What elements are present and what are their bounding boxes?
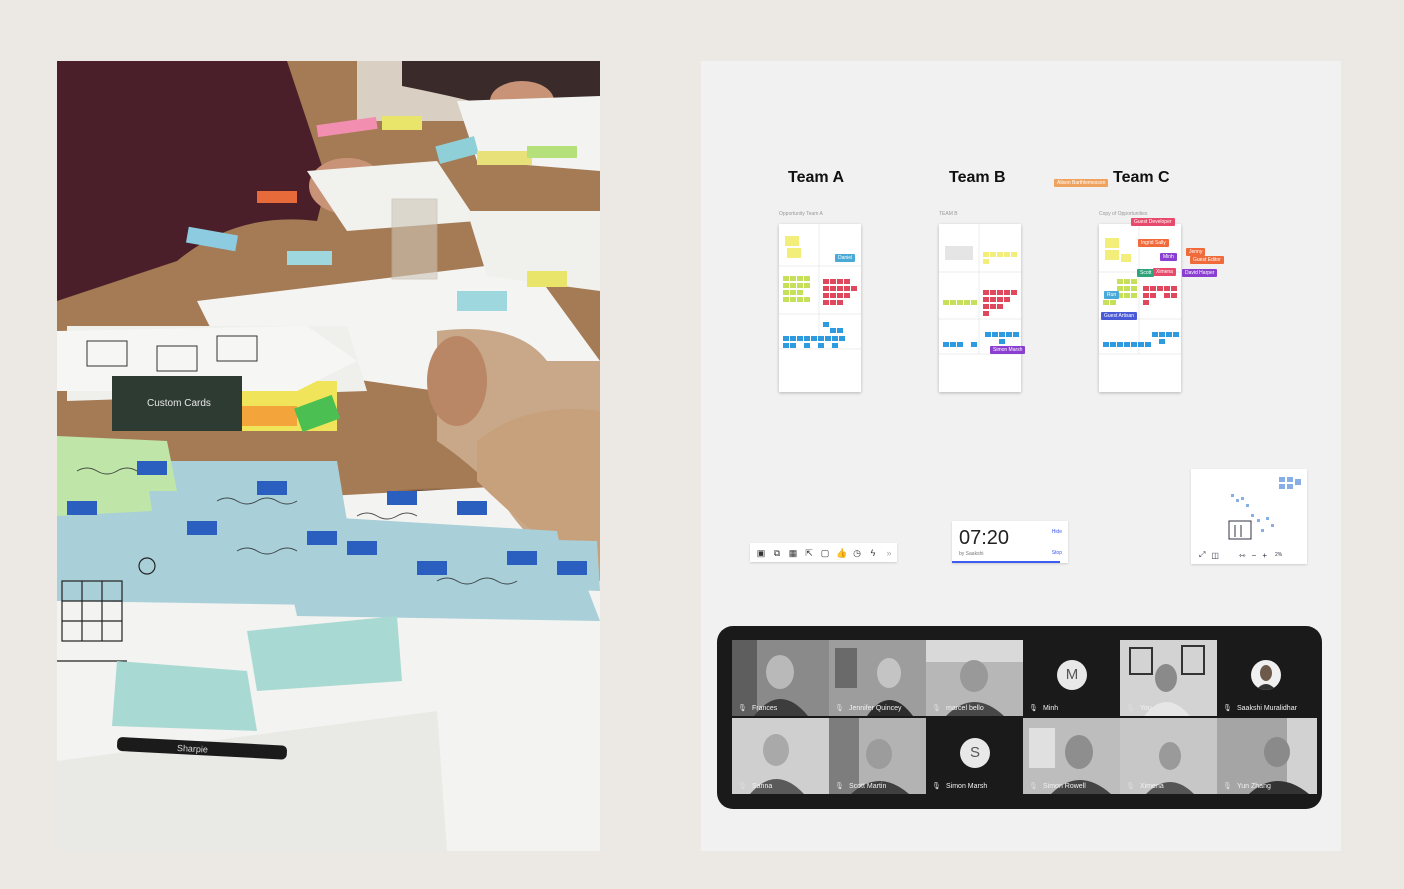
participant-name: Saakshi Muralidhar <box>1237 705 1297 712</box>
team-b-board[interactable]: Simon Marsh <box>939 224 1026 392</box>
avatar: M <box>1057 660 1087 690</box>
participant-tile-sanna[interactable]: 🎙 Sanna <box>732 718 829 794</box>
team-c-board-content <box>1099 224 1181 355</box>
cursor-tag-guest-editor: Guest Editor <box>1190 256 1224 264</box>
participant-tile-frances[interactable]: 🎙 Frances <box>732 640 829 716</box>
team-c-title: Team C <box>1113 169 1170 186</box>
team-c-board[interactable] <box>1099 224 1181 392</box>
participant-name: Simon Marsh <box>946 783 988 790</box>
participant-name: Sanna <box>752 783 773 790</box>
zoom-in-icon[interactable]: + <box>1262 551 1267 560</box>
mic-muted-icon: 🎙 <box>932 705 941 712</box>
mic-muted-icon: 🎙 <box>1223 783 1232 790</box>
participant-tile-ximena[interactable]: 🎙 Ximena <box>1120 718 1217 794</box>
expand-icon[interactable]: ⤢ <box>1199 550 1205 560</box>
timer-icon[interactable]: ◷ <box>852 548 862 558</box>
participant-name: Yun Zhang <box>1237 783 1271 790</box>
cursor-tag-jenny: Jenny <box>1186 248 1206 256</box>
timer-stop-button[interactable]: Stop <box>1052 550 1062 556</box>
mic-muted-icon: 🎙 <box>1029 783 1038 790</box>
participant-tile-yun-zhang[interactable]: 🎙 Yun Zhang <box>1217 718 1317 794</box>
cursor-tag-guest-developer: Guest Developer <box>1131 218 1175 226</box>
minimap-controls: ⤢ ◫ ⇿ − + 2% <box>1191 549 1307 561</box>
cursor-tag-guest-artisan: Guest Artisan <box>1101 312 1138 320</box>
lightning-icon[interactable]: ϟ <box>868 548 878 558</box>
timer-owner: by Saakshi <box>959 551 984 557</box>
team-a-frame-label: Opportunity Team A <box>779 211 823 217</box>
mic-muted-icon: 🎙 <box>835 705 844 712</box>
mic-muted-icon: 🎙 <box>1126 783 1135 790</box>
like-icon[interactable]: 👍 <box>836 548 847 558</box>
participant-tile-minh[interactable]: M 🎙 Minh <box>1023 640 1120 716</box>
more-icon[interactable]: » <box>884 548 894 558</box>
workshop-photo: Custom Cards Sharpie <box>57 61 600 851</box>
cursor-tag-david-harper: David Harper <box>1182 269 1218 277</box>
mic-muted-icon: 🎙 <box>1223 705 1232 712</box>
cursor-tag-alison: Alison Barthlemesson <box>1054 179 1109 187</box>
cursor-tag-ingrid-sally: Ingrid Sally <box>1138 239 1169 247</box>
zoom-level: 2% <box>1275 552 1283 558</box>
participant-name: Simon Rowell <box>1043 783 1086 790</box>
mic-muted-icon: 🎙 <box>738 705 747 712</box>
participant-tile-marcel-bello[interactable]: 🎙 marcel bello <box>926 640 1023 716</box>
svg-text:Sharpie: Sharpie <box>177 743 209 755</box>
cursor-tag-run: Run <box>1104 291 1120 299</box>
cursor-tag-daniel: Daniel <box>835 254 856 262</box>
team-b-title: Team B <box>949 169 1006 186</box>
participant-tile-simon-rowell[interactable]: 🎙 Simon Rowell <box>1023 718 1120 794</box>
participant-name: Minh <box>1043 705 1059 712</box>
timer-progress <box>952 561 1060 563</box>
svg-text:Custom Cards: Custom Cards <box>147 398 211 409</box>
avatar-photo <box>1256 665 1276 690</box>
participant-tile-saakshi[interactable]: 🎙 Saakshi Muralidhar <box>1217 640 1317 716</box>
avatar <box>1251 660 1281 690</box>
video-call-panel: 🎙 Frances 🎙 Jennifer Quincey 🎙 marcel be… <box>717 626 1322 809</box>
map-icon[interactable]: ◫ <box>1211 551 1219 560</box>
timer-time: 07:20 <box>959 527 1010 549</box>
participant-name: marcel bello <box>946 705 984 712</box>
cursor-tag-scott: Scott <box>1137 269 1155 277</box>
timer-hide-button[interactable]: Hide <box>1052 529 1062 535</box>
team-a-board[interactable]: Daniel <box>779 224 861 392</box>
team-b-frame-label: TEAM B <box>939 211 958 217</box>
collaboration-canvas[interactable]: Team A Opportunity Team A Daniel Team B … <box>701 61 1341 851</box>
qr-icon[interactable]: ▦ <box>788 548 798 558</box>
workshop-photo-illustration: Custom Cards Sharpie <box>57 61 600 851</box>
zoom-out-icon[interactable]: − <box>1252 551 1257 560</box>
canvas-toolbar: ▣ ⧉ ▦ ⇱ ▢ 👍 ◷ ϟ » <box>750 543 897 562</box>
team-b-board-content <box>939 224 1021 355</box>
timer-widget: 07:20 by Saakshi Hide Stop <box>952 521 1068 563</box>
participant-tile-simon-marsh[interactable]: S 🎙 Simon Marsh <box>926 718 1023 794</box>
mic-muted-icon: 🎙 <box>932 783 941 790</box>
team-c-frame-label: Copy of Opportunities <box>1099 211 1148 217</box>
cursor-tag-ximena: Ximena <box>1153 268 1176 276</box>
avatar: S <box>960 738 990 768</box>
frames-icon[interactable]: ⧉ <box>772 548 782 558</box>
participant-tile-scott-martin[interactable]: 🎙 Scott Martin <box>829 718 926 794</box>
minimap-preview <box>1228 477 1301 540</box>
minimap[interactable]: ⤢ ◫ ⇿ − + 2% <box>1191 469 1307 564</box>
mic-muted-icon: 🎙 <box>1126 705 1135 712</box>
participant-tile-jennifer-quincey[interactable]: 🎙 Jennifer Quincey <box>829 640 926 716</box>
participant-name: Jennifer Quincey <box>849 705 902 712</box>
participant-name: Scott Martin <box>849 783 887 790</box>
mic-muted-icon: 🎙 <box>835 783 844 790</box>
cursor-tag-simon-marsh: Simon Marsh <box>990 346 1026 354</box>
template-icon[interactable]: ▣ <box>756 548 766 558</box>
participant-name: You <box>1140 705 1152 712</box>
team-a-title: Team A <box>788 169 845 186</box>
participant-tile-you[interactable]: 🎙 You <box>1120 640 1217 716</box>
cursor-tag-minh: Minh <box>1160 253 1177 261</box>
participant-name: Frances <box>752 705 778 712</box>
chat-icon[interactable]: ▢ <box>820 548 830 558</box>
mic-muted-icon: 🎙 <box>1029 705 1038 712</box>
team-a-board-content <box>779 224 861 350</box>
participant-name: Ximena <box>1140 783 1164 790</box>
share-icon[interactable]: ⇱ <box>804 548 814 558</box>
fit-icon[interactable]: ⇿ <box>1239 551 1246 560</box>
mic-muted-icon: 🎙 <box>738 783 747 790</box>
